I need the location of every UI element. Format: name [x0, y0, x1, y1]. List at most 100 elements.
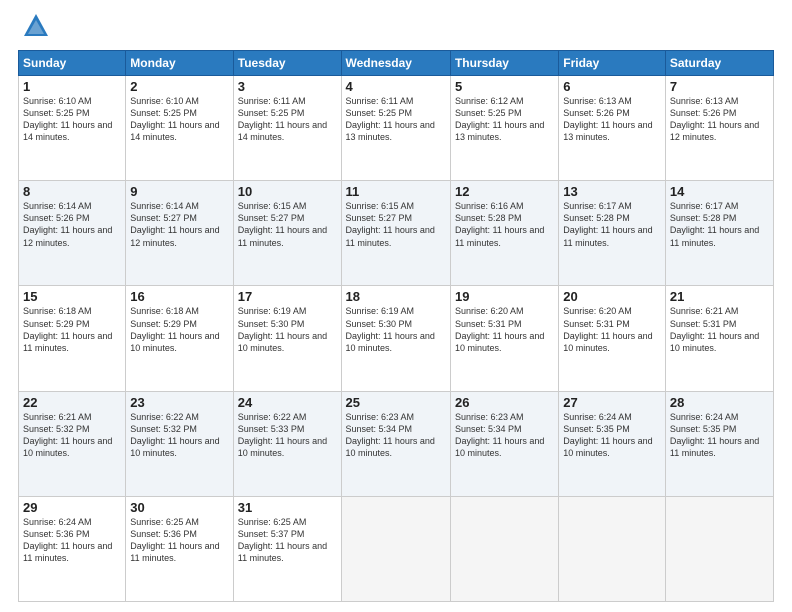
- day-number: 27: [563, 395, 661, 410]
- day-header-wednesday: Wednesday: [341, 51, 450, 76]
- day-header-saturday: Saturday: [665, 51, 773, 76]
- day-number: 30: [130, 500, 228, 515]
- calendar-cell: 27Sunrise: 6:24 AMSunset: 5:35 PMDayligh…: [559, 391, 666, 496]
- calendar-cell: 8Sunrise: 6:14 AMSunset: 5:26 PMDaylight…: [19, 181, 126, 286]
- calendar-cell: 29Sunrise: 6:24 AMSunset: 5:36 PMDayligh…: [19, 496, 126, 601]
- day-info: Sunrise: 6:20 AMSunset: 5:31 PMDaylight:…: [455, 305, 554, 354]
- day-number: 12: [455, 184, 554, 199]
- day-number: 17: [238, 289, 337, 304]
- calendar-cell: 21Sunrise: 6:21 AMSunset: 5:31 PMDayligh…: [665, 286, 773, 391]
- calendar-cell: 30Sunrise: 6:25 AMSunset: 5:36 PMDayligh…: [126, 496, 233, 601]
- calendar-cell: 1Sunrise: 6:10 AMSunset: 5:25 PMDaylight…: [19, 76, 126, 181]
- calendar-cell: 22Sunrise: 6:21 AMSunset: 5:32 PMDayligh…: [19, 391, 126, 496]
- day-number: 9: [130, 184, 228, 199]
- calendar-cell: 25Sunrise: 6:23 AMSunset: 5:34 PMDayligh…: [341, 391, 450, 496]
- day-number: 10: [238, 184, 337, 199]
- day-number: 19: [455, 289, 554, 304]
- day-info: Sunrise: 6:25 AMSunset: 5:36 PMDaylight:…: [130, 516, 228, 565]
- day-info: Sunrise: 6:13 AMSunset: 5:26 PMDaylight:…: [670, 95, 769, 144]
- day-number: 28: [670, 395, 769, 410]
- day-header-tuesday: Tuesday: [233, 51, 341, 76]
- calendar-cell: 31Sunrise: 6:25 AMSunset: 5:37 PMDayligh…: [233, 496, 341, 601]
- day-info: Sunrise: 6:16 AMSunset: 5:28 PMDaylight:…: [455, 200, 554, 249]
- day-number: 20: [563, 289, 661, 304]
- calendar-cell: 24Sunrise: 6:22 AMSunset: 5:33 PMDayligh…: [233, 391, 341, 496]
- day-info: Sunrise: 6:12 AMSunset: 5:25 PMDaylight:…: [455, 95, 554, 144]
- week-row-1: 8Sunrise: 6:14 AMSunset: 5:26 PMDaylight…: [19, 181, 774, 286]
- calendar-cell: 9Sunrise: 6:14 AMSunset: 5:27 PMDaylight…: [126, 181, 233, 286]
- day-info: Sunrise: 6:23 AMSunset: 5:34 PMDaylight:…: [346, 411, 446, 460]
- calendar-cell: 13Sunrise: 6:17 AMSunset: 5:28 PMDayligh…: [559, 181, 666, 286]
- day-number: 1: [23, 79, 121, 94]
- day-info: Sunrise: 6:25 AMSunset: 5:37 PMDaylight:…: [238, 516, 337, 565]
- calendar-cell: 18Sunrise: 6:19 AMSunset: 5:30 PMDayligh…: [341, 286, 450, 391]
- day-number: 24: [238, 395, 337, 410]
- day-number: 6: [563, 79, 661, 94]
- calendar-cell: 16Sunrise: 6:18 AMSunset: 5:29 PMDayligh…: [126, 286, 233, 391]
- day-number: 14: [670, 184, 769, 199]
- day-number: 18: [346, 289, 446, 304]
- calendar-cell: 19Sunrise: 6:20 AMSunset: 5:31 PMDayligh…: [450, 286, 558, 391]
- day-header-thursday: Thursday: [450, 51, 558, 76]
- day-info: Sunrise: 6:22 AMSunset: 5:33 PMDaylight:…: [238, 411, 337, 460]
- day-info: Sunrise: 6:21 AMSunset: 5:31 PMDaylight:…: [670, 305, 769, 354]
- day-number: 23: [130, 395, 228, 410]
- day-number: 21: [670, 289, 769, 304]
- day-info: Sunrise: 6:15 AMSunset: 5:27 PMDaylight:…: [346, 200, 446, 249]
- calendar-cell: 20Sunrise: 6:20 AMSunset: 5:31 PMDayligh…: [559, 286, 666, 391]
- day-number: 26: [455, 395, 554, 410]
- day-number: 31: [238, 500, 337, 515]
- day-number: 15: [23, 289, 121, 304]
- day-number: 16: [130, 289, 228, 304]
- week-row-3: 22Sunrise: 6:21 AMSunset: 5:32 PMDayligh…: [19, 391, 774, 496]
- day-number: 13: [563, 184, 661, 199]
- day-info: Sunrise: 6:14 AMSunset: 5:27 PMDaylight:…: [130, 200, 228, 249]
- day-info: Sunrise: 6:19 AMSunset: 5:30 PMDaylight:…: [238, 305, 337, 354]
- calendar-cell: 15Sunrise: 6:18 AMSunset: 5:29 PMDayligh…: [19, 286, 126, 391]
- week-row-4: 29Sunrise: 6:24 AMSunset: 5:36 PMDayligh…: [19, 496, 774, 601]
- day-info: Sunrise: 6:17 AMSunset: 5:28 PMDaylight:…: [563, 200, 661, 249]
- calendar-cell: 23Sunrise: 6:22 AMSunset: 5:32 PMDayligh…: [126, 391, 233, 496]
- calendar-cell: 10Sunrise: 6:15 AMSunset: 5:27 PMDayligh…: [233, 181, 341, 286]
- day-info: Sunrise: 6:10 AMSunset: 5:25 PMDaylight:…: [23, 95, 121, 144]
- day-header-friday: Friday: [559, 51, 666, 76]
- day-info: Sunrise: 6:24 AMSunset: 5:36 PMDaylight:…: [23, 516, 121, 565]
- calendar-cell: [450, 496, 558, 601]
- calendar-cell: 4Sunrise: 6:11 AMSunset: 5:25 PMDaylight…: [341, 76, 450, 181]
- day-info: Sunrise: 6:13 AMSunset: 5:26 PMDaylight:…: [563, 95, 661, 144]
- calendar-cell: 2Sunrise: 6:10 AMSunset: 5:25 PMDaylight…: [126, 76, 233, 181]
- day-number: 5: [455, 79, 554, 94]
- calendar-cell: [341, 496, 450, 601]
- calendar-cell: 6Sunrise: 6:13 AMSunset: 5:26 PMDaylight…: [559, 76, 666, 181]
- week-row-0: 1Sunrise: 6:10 AMSunset: 5:25 PMDaylight…: [19, 76, 774, 181]
- day-header-sunday: Sunday: [19, 51, 126, 76]
- calendar-cell: 12Sunrise: 6:16 AMSunset: 5:28 PMDayligh…: [450, 181, 558, 286]
- calendar-cell: [559, 496, 666, 601]
- day-info: Sunrise: 6:18 AMSunset: 5:29 PMDaylight:…: [23, 305, 121, 354]
- day-number: 3: [238, 79, 337, 94]
- calendar-cell: 28Sunrise: 6:24 AMSunset: 5:35 PMDayligh…: [665, 391, 773, 496]
- day-number: 2: [130, 79, 228, 94]
- header: [18, 16, 774, 40]
- calendar-cell: 11Sunrise: 6:15 AMSunset: 5:27 PMDayligh…: [341, 181, 450, 286]
- day-info: Sunrise: 6:14 AMSunset: 5:26 PMDaylight:…: [23, 200, 121, 249]
- day-info: Sunrise: 6:21 AMSunset: 5:32 PMDaylight:…: [23, 411, 121, 460]
- day-number: 8: [23, 184, 121, 199]
- day-info: Sunrise: 6:10 AMSunset: 5:25 PMDaylight:…: [130, 95, 228, 144]
- calendar-cell: 26Sunrise: 6:23 AMSunset: 5:34 PMDayligh…: [450, 391, 558, 496]
- calendar-cell: 3Sunrise: 6:11 AMSunset: 5:25 PMDaylight…: [233, 76, 341, 181]
- day-number: 29: [23, 500, 121, 515]
- day-info: Sunrise: 6:20 AMSunset: 5:31 PMDaylight:…: [563, 305, 661, 354]
- week-row-2: 15Sunrise: 6:18 AMSunset: 5:29 PMDayligh…: [19, 286, 774, 391]
- day-info: Sunrise: 6:11 AMSunset: 5:25 PMDaylight:…: [238, 95, 337, 144]
- day-number: 11: [346, 184, 446, 199]
- day-info: Sunrise: 6:22 AMSunset: 5:32 PMDaylight:…: [130, 411, 228, 460]
- day-info: Sunrise: 6:11 AMSunset: 5:25 PMDaylight:…: [346, 95, 446, 144]
- day-info: Sunrise: 6:15 AMSunset: 5:27 PMDaylight:…: [238, 200, 337, 249]
- day-info: Sunrise: 6:17 AMSunset: 5:28 PMDaylight:…: [670, 200, 769, 249]
- calendar-cell: 7Sunrise: 6:13 AMSunset: 5:26 PMDaylight…: [665, 76, 773, 181]
- day-info: Sunrise: 6:23 AMSunset: 5:34 PMDaylight:…: [455, 411, 554, 460]
- day-info: Sunrise: 6:18 AMSunset: 5:29 PMDaylight:…: [130, 305, 228, 354]
- day-number: 22: [23, 395, 121, 410]
- logo-icon: [22, 12, 50, 40]
